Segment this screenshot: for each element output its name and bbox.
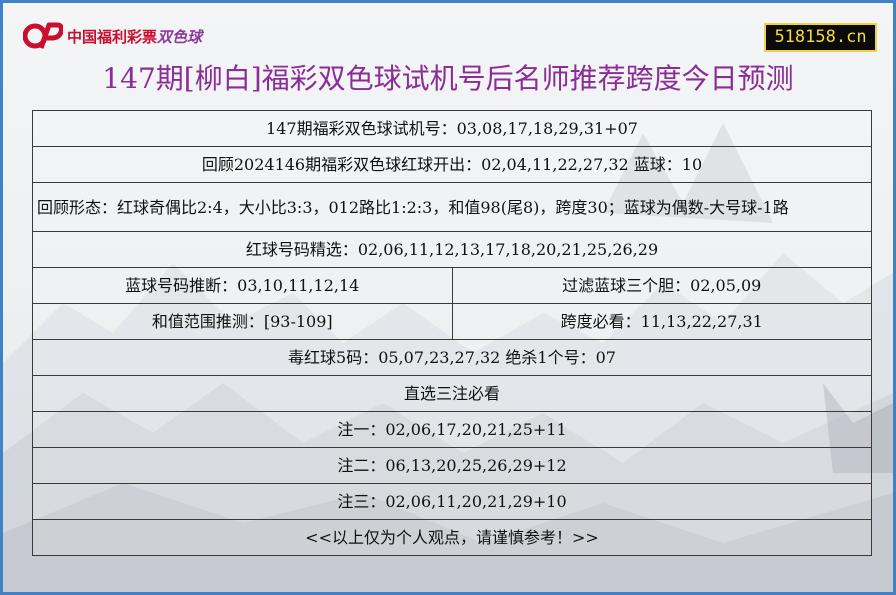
disclaimer-cell: <<以上仅为个人观点，请谨慎参考！>> <box>32 519 872 556</box>
sum-range-cell: 和值范围推测：[93-109] <box>32 303 453 340</box>
blue-judge-cell: 蓝球号码推断：03,10,11,12,14 <box>32 267 453 304</box>
test-numbers-cell: 147期福彩双色球试机号：03,08,17,18,29,31+07 <box>32 110 872 147</box>
logo-text: 中国福利彩票 <box>67 27 158 46</box>
bet-1-cell: 注一：02,06,17,20,21,25+11 <box>32 411 872 448</box>
pattern-cell: 回顾形态：红球奇偶比2:4，大小比3:3，012路比1:2:3，和值98(尾8)… <box>32 182 872 232</box>
span-pick-cell: 跨度必看：11,13,22,27,31 <box>451 303 872 340</box>
bet-2-cell: 注二：06,13,20,25,26,29+12 <box>32 447 872 484</box>
table-row: 回顾形态：红球奇偶比2:4，大小比3:3，012路比1:2:3，和值98(尾8)… <box>32 182 872 232</box>
welfare-lottery-logo: 中国福利彩票 双色球 <box>23 21 202 51</box>
table-row: 147期福彩双色球试机号：03,08,17,18,29,31+07 <box>32 110 872 147</box>
review-cell: 回顾2024146期福彩双色球红球开出：02,04,11,22,27,32 蓝球… <box>32 146 872 183</box>
red-pick-cell: 红球号码精选：02,06,11,12,13,17,18,20,21,25,26,… <box>32 231 872 268</box>
page-frame: 中国福利彩票 双色球 518158.cn 147期[柳白]福彩双色球试机号后名师… <box>0 0 896 595</box>
table-row: 和值范围推测：[93-109] 跨度必看：11,13,22,27,31 <box>32 303 872 340</box>
table-row: 注一：02,06,17,20,21,25+11 <box>32 411 872 448</box>
logo-text-ssq: 双色球 <box>157 27 203 46</box>
lottery-logo-icon <box>23 22 63 49</box>
table-row: 蓝球号码推断：03,10,11,12,14 过滤蓝球三个胆：02,05,09 <box>32 267 872 304</box>
bet-3-cell: 注三：02,06,11,20,21,29+10 <box>32 483 872 520</box>
site-badge[interactable]: 518158.cn <box>764 23 877 52</box>
page-title: 147期[柳白]福彩双色球试机号后名师推荐跨度今日预测 <box>102 62 794 95</box>
table-row: 回顾2024146期福彩双色球红球开出：02,04,11,22,27,32 蓝球… <box>32 146 872 183</box>
blue-filter-cell: 过滤蓝球三个胆：02,05,09 <box>451 267 872 304</box>
table-row: 注二：06,13,20,25,26,29+12 <box>32 447 872 484</box>
table-row: 直选三注必看 <box>32 375 872 412</box>
direct-title-cell: 直选三注必看 <box>32 375 872 412</box>
table-row: 毒红球5码：05,07,23,27,32 绝杀1个号：07 <box>32 339 872 376</box>
poison-cell: 毒红球5码：05,07,23,27,32 绝杀1个号：07 <box>32 339 872 376</box>
table-row: 红球号码精选：02,06,11,12,13,17,18,20,21,25,26,… <box>32 231 872 268</box>
table-row: 注三：02,06,11,20,21,29+10 <box>32 483 872 520</box>
table-row: <<以上仅为个人观点，请谨慎参考！>> <box>32 519 872 556</box>
prediction-table: 147期福彩双色球试机号：03,08,17,18,29,31+07 回顾2024… <box>32 110 872 556</box>
